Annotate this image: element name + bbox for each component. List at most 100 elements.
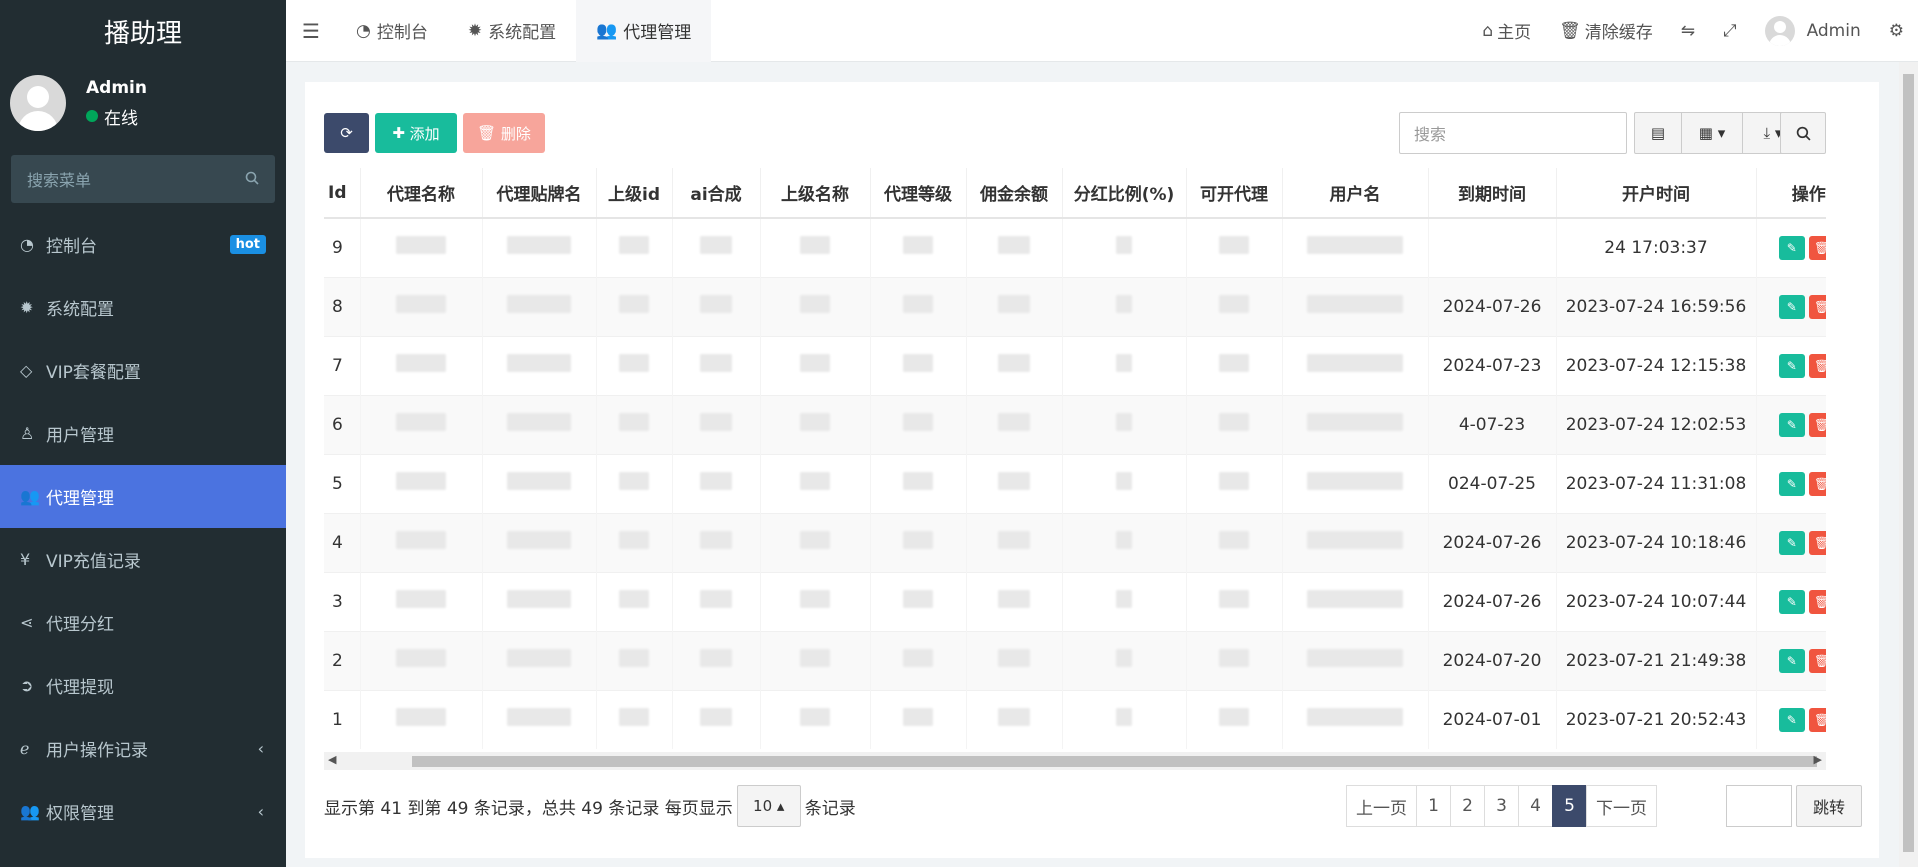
edit-button[interactable]: ✎ <box>1778 589 1805 614</box>
tab-system-config[interactable]: ✹ 系统配置 <box>448 0 576 62</box>
columns-dropdown-button[interactable]: ▦ ▾ <box>1681 112 1743 154</box>
redacted-cell <box>869 630 966 690</box>
sidebar-item-agents[interactable]: 👥 代理管理 <box>0 465 286 528</box>
column-header[interactable]: Id <box>324 168 360 219</box>
delete-row-button[interactable]: 🗑 <box>1808 530 1826 555</box>
sidebar-search-input[interactable]: 搜索菜单 <box>11 155 275 203</box>
search-icon[interactable] <box>245 170 259 189</box>
delete-row-button[interactable]: 🗑 <box>1808 589 1826 614</box>
column-header[interactable]: 可开代理 <box>1185 168 1282 219</box>
column-header[interactable]: 代理等级 <box>869 168 966 219</box>
chevron-left-icon: ‹ <box>257 802 264 821</box>
edit-button[interactable]: ✎ <box>1778 648 1805 673</box>
delete-row-button[interactable]: 🗑 <box>1808 471 1826 496</box>
column-header[interactable]: 代理名称 <box>359 168 482 219</box>
chevron-left-icon: ‹ <box>257 739 264 758</box>
edit-button[interactable]: ✎ <box>1778 235 1805 260</box>
next-page-button[interactable]: 下一页 <box>1586 785 1657 827</box>
delete-row-button[interactable]: 🗑 <box>1808 412 1826 437</box>
cell-expire-time: 2024-07-26 <box>1427 276 1556 336</box>
edit-button[interactable]: ✎ <box>1778 412 1805 437</box>
sidebar-item-vip-recharge[interactable]: ¥ VIP充值记录 <box>0 528 286 591</box>
redacted-value <box>700 708 732 727</box>
redacted-cell <box>1185 630 1282 690</box>
page-button-1[interactable]: 1 <box>1416 785 1451 827</box>
delete-row-button[interactable]: 🗑 <box>1808 353 1826 378</box>
delete-row-button[interactable]: 🗑 <box>1808 648 1826 673</box>
redacted-cell <box>965 512 1062 572</box>
column-header[interactable]: 操作 <box>1755 168 1826 219</box>
scroll-left-icon[interactable]: ◀ <box>328 753 336 766</box>
redacted-cell <box>671 217 760 277</box>
settings-gear-icon[interactable]: ⚙ <box>1875 21 1918 41</box>
column-header[interactable]: 用户名 <box>1281 168 1428 219</box>
redacted-value <box>507 708 571 727</box>
app-logo-title[interactable]: 播助理 <box>0 0 286 62</box>
sidebar-item-user-logs[interactable]: ℯ 用户操作记录 ‹ <box>0 717 286 780</box>
edit-button[interactable]: ✎ <box>1778 471 1805 496</box>
advanced-search-button[interactable] <box>1780 112 1826 154</box>
delete-button[interactable]: 🗑 删除 <box>463 113 545 153</box>
redacted-value <box>1116 649 1132 667</box>
redacted-value <box>903 590 933 608</box>
page-button-5[interactable]: 5 <box>1552 785 1587 827</box>
menu-toggle-icon[interactable]: ☰ <box>286 19 336 43</box>
redacted-cell <box>1185 394 1282 454</box>
admin-user-menu[interactable]: Admin <box>1751 15 1875 46</box>
page-button-3[interactable]: 3 <box>1484 785 1519 827</box>
redacted-cell <box>595 571 672 631</box>
prev-page-button[interactable]: 上一页 <box>1346 785 1417 827</box>
delete-row-button[interactable]: 🗑 <box>1808 235 1826 260</box>
column-header[interactable]: ai合成 <box>671 168 760 219</box>
table-row: 1 2024-07-01 2023-07-21 20:52:43 ✎ 🗑 <box>324 689 1826 749</box>
sidebar-item-system-config[interactable]: ✹ 系统配置 <box>0 276 286 339</box>
page-button-4[interactable]: 4 <box>1518 785 1553 827</box>
column-header[interactable]: 代理贴牌名 <box>481 168 596 219</box>
horizontal-scrollbar[interactable]: ◀ ▶ <box>324 752 1826 770</box>
edit-button[interactable]: ✎ <box>1778 707 1805 732</box>
translate-icon[interactable]: ⇋ <box>1667 21 1709 41</box>
column-header[interactable]: 上级名称 <box>759 168 870 219</box>
column-header[interactable]: 上级id <box>595 168 672 219</box>
column-header[interactable]: 分红比例(%) <box>1061 168 1186 219</box>
page-size-dropdown[interactable]: 10 ▴ <box>736 785 801 827</box>
table-search-input[interactable]: 搜索 <box>1399 112 1627 154</box>
redacted-value <box>1116 531 1132 549</box>
edit-button[interactable]: ✎ <box>1778 353 1805 378</box>
scrollbar-thumb[interactable] <box>1903 74 1914 852</box>
tab-dashboard[interactable]: ◔ 控制台 <box>336 0 448 62</box>
delete-row-button[interactable]: 🗑 <box>1808 707 1826 732</box>
page-button-2[interactable]: 2 <box>1450 785 1485 827</box>
vertical-scrollbar[interactable] <box>1899 62 1918 867</box>
sidebar-item-agent-dividend[interactable]: ⋖ 代理分红 <box>0 591 286 654</box>
redacted-value <box>998 531 1030 549</box>
jump-page-input[interactable] <box>1726 785 1792 827</box>
delete-row-button[interactable]: 🗑 <box>1808 294 1826 319</box>
jump-button[interactable]: 跳转 <box>1796 785 1862 827</box>
clear-cache-button[interactable]: 🗑 清除缓存 <box>1545 18 1667 44</box>
home-link[interactable]: ⌂ 主页 <box>1468 18 1545 44</box>
column-header[interactable]: 佣金余额 <box>965 168 1062 219</box>
edit-button[interactable]: ✎ <box>1778 530 1805 555</box>
edit-button[interactable]: ✎ <box>1778 294 1805 319</box>
scroll-right-icon[interactable]: ▶ <box>1814 753 1822 766</box>
column-header[interactable]: 开户时间 <box>1555 168 1756 219</box>
scrollbar-thumb[interactable] <box>412 756 1817 767</box>
sidebar-item-users[interactable]: ♙ 用户管理 <box>0 402 286 465</box>
tab-agents[interactable]: 👥 代理管理 <box>576 0 712 62</box>
redacted-value <box>1116 590 1132 608</box>
column-header[interactable]: 到期时间 <box>1427 168 1556 219</box>
redacted-value <box>507 590 571 608</box>
card-view-toggle-button[interactable]: ▤ <box>1634 112 1682 154</box>
redacted-value <box>507 295 571 313</box>
sidebar-item-agent-withdraw[interactable]: ➲ 代理提现 <box>0 654 286 717</box>
sidebar-item-dashboard[interactable]: ◔ 控制台 hot <box>0 213 286 276</box>
sidebar-item-vip-package[interactable]: ◇ VIP套餐配置 <box>0 339 286 402</box>
refresh-button[interactable]: ⟳ <box>324 113 369 153</box>
fullscreen-icon[interactable]: ⤢ <box>1709 21 1751 41</box>
add-button[interactable]: ✚ 添加 <box>375 113 457 153</box>
redacted-cell <box>481 512 596 572</box>
yen-icon: ¥ <box>20 550 31 569</box>
redacted-value <box>700 413 732 431</box>
sidebar-item-permissions[interactable]: 👥 权限管理 ‹ <box>0 780 286 843</box>
